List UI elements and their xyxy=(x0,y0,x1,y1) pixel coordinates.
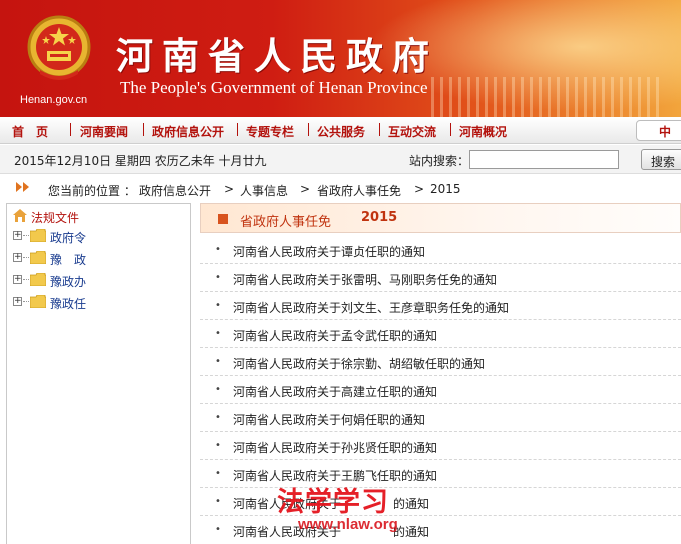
bullet-icon: • xyxy=(215,272,221,283)
folder-icon xyxy=(30,251,46,264)
expand-icon[interactable]: + xyxy=(13,275,22,284)
article-link-tail[interactable]: 的通知 xyxy=(393,495,429,512)
search-input[interactable] xyxy=(469,150,619,169)
article-item[interactable]: • 河南省人民政府关于张雷明、马刚职务任免的通知 xyxy=(200,264,681,292)
nav-henan-news[interactable]: 河南要闻 xyxy=(80,123,128,140)
bullet-icon: • xyxy=(215,496,221,507)
main-nav: 首 页 河南要闻 政府信息公开 专题专栏 公共服务 互动交流 河南概况 中 xyxy=(0,117,681,144)
double-arrow-icon xyxy=(16,182,29,192)
panel-year: 2015 xyxy=(361,210,398,225)
national-emblem-icon[interactable] xyxy=(26,14,92,84)
nav-separator xyxy=(143,123,144,136)
panel-header: 省政府人事任免 2015 xyxy=(200,203,681,233)
language-tab[interactable]: 中 xyxy=(636,120,681,141)
site-domain[interactable]: Henan.gov.cn xyxy=(20,94,87,106)
article-link[interactable]: 河南省人民政府关于孙兆贤任职的通知 xyxy=(233,439,437,456)
article-item[interactable]: • 河南省人民政府关于 的通知 xyxy=(200,516,681,544)
bullet-icon: • xyxy=(215,440,221,451)
breadcrumb-separator: > xyxy=(224,182,235,196)
sidebar-item-decrees[interactable]: + 政府令 xyxy=(13,228,183,246)
article-item[interactable]: • 河南省人民政府关于高建立任职的通知 xyxy=(200,376,681,404)
watermark-text: 法学学习 xyxy=(277,487,389,518)
sidebar-item-yuzheng[interactable]: + 豫 政 xyxy=(13,250,183,268)
breadcrumb-appointments[interactable]: 省政府人事任免 xyxy=(317,182,401,199)
expand-icon[interactable]: + xyxy=(13,253,22,262)
expand-icon[interactable]: + xyxy=(13,231,22,240)
breadcrumb-separator: > xyxy=(414,182,425,196)
nav-separator xyxy=(450,123,451,136)
sidebar-tree: 法规文件 + 政府令 + 豫 政 + 豫政办 + 豫政任 xyxy=(6,203,191,544)
breadcrumb-prefix: 您当前的位置 ： xyxy=(48,184,136,198)
nav-separator xyxy=(70,123,71,136)
home-icon xyxy=(13,209,27,222)
breadcrumb: 您当前的位置 ： 政府信息公开 > 人事信息 > 省政府人事任免 > 2015 xyxy=(0,177,681,201)
article-panel: 省政府人事任免 2015 • 河南省人民政府关于谭贞任职的通知 • 河南省人民政… xyxy=(200,203,681,544)
site-subtitle: The People's Government of Henan Provinc… xyxy=(120,78,428,97)
article-link[interactable]: 河南省人民政府关于谭贞任职的通知 xyxy=(233,243,425,260)
nav-home[interactable]: 首 页 xyxy=(12,123,48,140)
tree-connector xyxy=(23,257,29,258)
sidebar-root-label[interactable]: 法规文件 xyxy=(31,209,79,226)
article-item[interactable]: • 河南省人民政府关于谭贞任职的通知 xyxy=(200,236,681,264)
nav-interaction[interactable]: 互动交流 xyxy=(388,123,436,140)
current-date: 2015年12月10日 星期四 农历乙未年 十月廿九 xyxy=(14,154,267,168)
nav-special-topics[interactable]: 专题专栏 xyxy=(246,123,294,140)
sidebar-item-label[interactable]: 政府令 xyxy=(50,229,86,246)
tree-connector xyxy=(23,301,29,302)
search-button[interactable]: 搜索 xyxy=(641,149,681,170)
article-item[interactable]: • 河南省人民政府关于孟令武任职的通知 xyxy=(200,320,681,348)
breadcrumb-separator: > xyxy=(300,182,311,196)
nav-separator xyxy=(379,123,380,136)
nav-gov-info[interactable]: 政府信息公开 xyxy=(152,123,224,140)
nav-henan-overview[interactable]: 河南概况 xyxy=(459,123,507,140)
bullet-icon: • xyxy=(215,524,221,535)
nav-separator xyxy=(308,123,309,136)
bullet-icon: • xyxy=(215,412,221,423)
article-link-tail[interactable]: 的通知 xyxy=(393,523,429,540)
article-item[interactable]: • 河南省人民政府关于何娟任职的通知 xyxy=(200,404,681,432)
tree-connector xyxy=(23,279,29,280)
article-link[interactable]: 河南省人民政府关于高建立任职的通知 xyxy=(233,383,437,400)
folder-icon xyxy=(30,295,46,308)
article-item[interactable]: • 河南省人民政府关于王鹏飞任职的通知 xyxy=(200,460,681,488)
sidebar-item-label[interactable]: 豫政办 xyxy=(50,273,86,290)
article-link[interactable]: 河南省人民政府关于刘文生、王彦章职务任免的通知 xyxy=(233,299,509,316)
nav-separator xyxy=(237,123,238,136)
sidebar-item-yuzhengban[interactable]: + 豫政办 xyxy=(13,272,183,290)
breadcrumb-personnel-info[interactable]: 人事信息 xyxy=(240,182,288,199)
article-link[interactable]: 河南省人民政府关于孟令武任职的通知 xyxy=(233,327,437,344)
site-header: Henan.gov.cn 河南省人民政府 The People's Govern… xyxy=(0,0,681,117)
article-item[interactable]: • 河南省人民政府关于 的通知 xyxy=(200,488,681,516)
article-item[interactable]: • 河南省人民政府关于孙兆贤任职的通知 xyxy=(200,432,681,460)
site-title[interactable]: 河南省人民政府 xyxy=(116,26,438,80)
section-marker-icon xyxy=(218,214,228,224)
article-item[interactable]: • 河南省人民政府关于徐宗勤、胡绍敏任职的通知 xyxy=(200,348,681,376)
panel-title: 省政府人事任免 xyxy=(240,215,332,230)
article-item[interactable]: • 河南省人民政府关于刘文生、王彦章职务任免的通知 xyxy=(200,292,681,320)
article-link[interactable]: 河南省人民政府关于张雷明、马刚职务任免的通知 xyxy=(233,271,497,288)
bullet-icon: • xyxy=(215,468,221,479)
article-link[interactable]: 河南省人民政府关于徐宗勤、胡绍敏任职的通知 xyxy=(233,355,485,372)
bullet-icon: • xyxy=(215,244,221,255)
bullet-icon: • xyxy=(215,356,221,367)
bullet-icon: • xyxy=(215,384,221,395)
tree-connector xyxy=(23,235,29,236)
nav-public-service[interactable]: 公共服务 xyxy=(317,123,365,140)
folder-icon xyxy=(30,273,46,286)
expand-icon[interactable]: + xyxy=(13,297,22,306)
sidebar-item-label[interactable]: 豫 政 xyxy=(50,251,86,268)
sidebar-item-yuzhengren[interactable]: + 豫政任 xyxy=(13,294,183,312)
search-label: 站内搜索： xyxy=(409,154,470,168)
breadcrumb-year[interactable]: 2015 xyxy=(430,182,461,196)
header-building-graphic xyxy=(431,77,661,117)
article-link[interactable]: 河南省人民政府关于何娟任职的通知 xyxy=(233,411,425,428)
bullet-icon: • xyxy=(215,300,221,311)
bullet-icon: • xyxy=(215,328,221,339)
info-bar: 2015年12月10日 星期四 农历乙未年 十月廿九 站内搜索： 搜索 xyxy=(0,145,681,174)
breadcrumb-gov-info[interactable]: 政府信息公开 xyxy=(139,182,211,199)
folder-icon xyxy=(30,229,46,242)
watermark-url: www.nlaw.org xyxy=(298,516,398,533)
sidebar-item-label[interactable]: 豫政任 xyxy=(50,295,86,312)
